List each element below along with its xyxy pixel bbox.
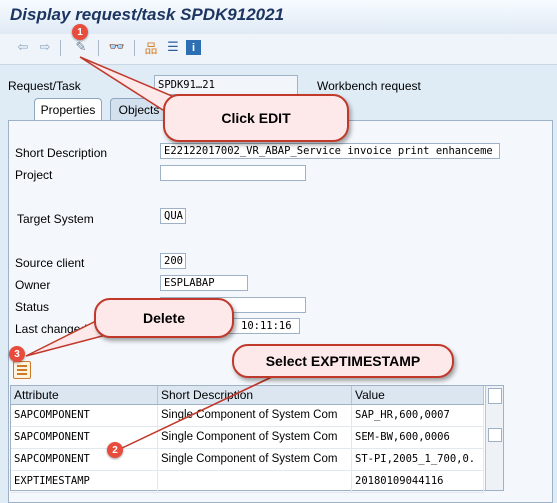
description-cell: Single Component of System Com (158, 405, 352, 426)
attribute-cell[interactable]: EXPTIMESTAMP (11, 471, 158, 492)
attribute-cell[interactable]: SAPCOMPONENT (11, 449, 158, 470)
request-type-label: Workbench request (317, 79, 421, 93)
callout-click-edit: Click EDIT (163, 94, 349, 142)
scroll-thumb[interactable] (488, 428, 502, 442)
toolbar-separator (98, 40, 99, 56)
forward-arrow-icon[interactable]: ⇨ (36, 38, 54, 56)
attributes-table: Attribute Short Description Value SAPCOM… (10, 385, 504, 493)
back-arrow-icon[interactable]: ⇦ (14, 38, 32, 56)
source-client-field[interactable]: 200 (160, 253, 186, 269)
project-field[interactable] (160, 165, 306, 181)
source-client-label: Source client (15, 256, 85, 270)
table-row[interactable]: SAPCOMPONENT Single Component of System … (11, 427, 484, 449)
tab-properties[interactable]: Properties (34, 98, 102, 120)
request-task-label: Request/Task (8, 79, 81, 93)
column-header-attribute[interactable]: Attribute (11, 386, 158, 404)
table-row[interactable]: SAPCOMPONENT Single Component of System … (11, 449, 484, 471)
owner-field[interactable]: ESPLABAP (160, 275, 248, 291)
callout-delete: Delete (94, 298, 234, 338)
description-cell: Single Component of System Com (158, 427, 352, 448)
hierarchy-icon[interactable]: 品 (142, 38, 160, 56)
description-cell: Single Component of System Com (158, 449, 352, 470)
table-row[interactable]: SAPCOMPONENT Single Component of System … (11, 405, 484, 427)
step-badge-2: 2 (107, 442, 123, 458)
status-label: Status (15, 300, 50, 314)
project-label: Project (15, 168, 53, 182)
value-cell[interactable]: SEM-BW,600,0006 (352, 427, 484, 448)
delete-attribute-button[interactable] (13, 361, 31, 379)
step-badge-3: 3 (9, 346, 25, 362)
info-icon[interactable]: i (186, 40, 201, 55)
page-title: Display request/task SPDK912021 (10, 5, 285, 24)
request-task-field[interactable]: SPDK91…21 (154, 75, 298, 95)
last-changed-label: Last changed (15, 322, 88, 336)
step-badge-1: 1 (72, 24, 88, 40)
attribute-cell[interactable]: SAPCOMPONENT (11, 405, 158, 426)
table-header: Attribute Short Description Value (11, 386, 484, 405)
delete-line-icon (17, 373, 27, 375)
column-header-value[interactable]: Value (352, 386, 484, 404)
attribute-cell[interactable]: SAPCOMPONENT (11, 427, 158, 448)
target-system-field[interactable]: QUA (160, 208, 186, 224)
tab-objects[interactable]: Objects (110, 98, 168, 120)
list-icon[interactable]: ☰ (164, 38, 182, 56)
toolbar-separator (60, 40, 61, 56)
short-description-field[interactable]: E22122017002_VR_ABAP_Service invoice pri… (160, 143, 500, 159)
toolbar-separator (134, 40, 135, 56)
delete-line-icon (17, 365, 27, 367)
value-cell[interactable]: 20180109044116 (352, 471, 484, 492)
callout-select-exptimestamp: Select EXPTIMESTAMP (232, 344, 454, 378)
short-description-label: Short Description (15, 146, 108, 160)
scroll-up-button[interactable] (488, 388, 502, 404)
delete-line-icon (17, 369, 27, 371)
description-cell (158, 471, 352, 492)
owner-label: Owner (15, 278, 51, 292)
target-system-label: Target System (17, 212, 94, 226)
value-cell[interactable]: SAP_HR,600,0007 (352, 405, 484, 426)
table-row[interactable]: EXPTIMESTAMP 20180109044116 (11, 471, 484, 493)
glasses-icon[interactable]: 👓 (108, 38, 126, 56)
display-change-icon[interactable]: ✎ (72, 38, 90, 56)
column-header-short-description[interactable]: Short Description (158, 386, 352, 404)
value-cell[interactable]: ST-PI,2005_1_700,0. (352, 449, 484, 470)
table-scrollbar[interactable] (485, 386, 503, 490)
